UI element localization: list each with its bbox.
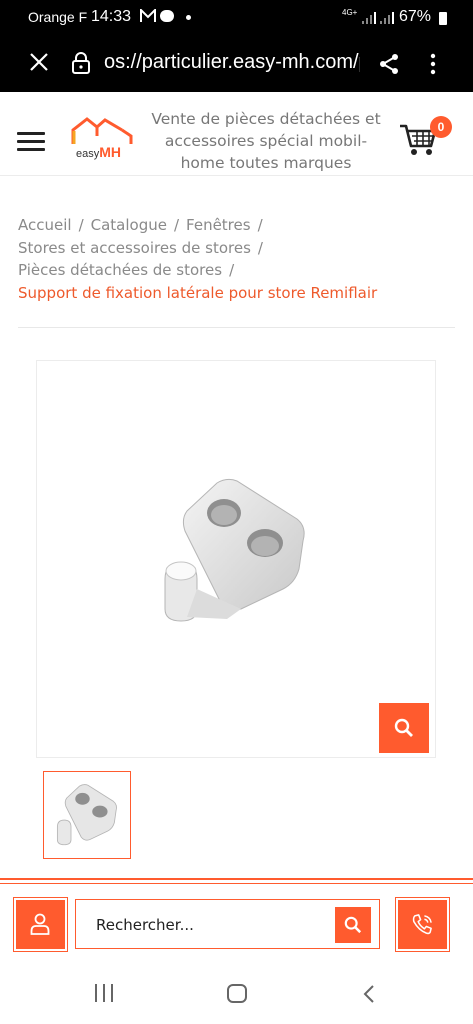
site-header: easyMH Vente de pièces détachées et acce…	[0, 92, 473, 176]
call-button[interactable]	[395, 897, 450, 952]
clock: 14:33	[91, 8, 132, 25]
zoom-button[interactable]	[379, 703, 429, 753]
breadcrumb-link[interactable]: Fenêtres	[186, 216, 251, 234]
breadcrumb-link[interactable]: Accueil	[18, 216, 72, 234]
search-button[interactable]	[335, 907, 371, 943]
chat-icon	[160, 10, 174, 22]
logo-roof-icon	[71, 117, 133, 144]
network-type: 4G+	[342, 8, 358, 17]
status-bar: Orange F 14:33 4G+ 67%	[0, 0, 473, 36]
user-icon	[30, 913, 50, 935]
recents-icon[interactable]	[95, 984, 115, 1002]
breadcrumb: Accueil / Catalogue / Fenêtres / Stores et ac…	[18, 214, 458, 304]
signal-icon	[380, 12, 394, 24]
site-logo[interactable]: easyMH	[70, 116, 134, 166]
breadcrumb-link[interactable]: Pièces détachées de stores	[18, 261, 222, 279]
toolbar-border	[0, 878, 473, 880]
browser-toolbar: os://particulier.easy-mh.com/p	[0, 36, 473, 92]
product-thumbnail[interactable]	[43, 771, 131, 859]
thumbnail-photo	[56, 784, 117, 846]
share-icon[interactable]	[378, 53, 400, 75]
battery-icon	[439, 12, 447, 25]
breadcrumb-current: Support de fixation latérale pour store …	[18, 283, 378, 302]
close-icon[interactable]	[28, 51, 50, 73]
breadcrumb-link[interactable]: Stores et accessoires de stores	[18, 239, 251, 257]
product-image[interactable]	[36, 360, 436, 758]
account-button[interactable]	[13, 897, 68, 952]
battery-percent: 67%	[399, 8, 432, 25]
breadcrumb-link[interactable]: Catalogue	[91, 216, 167, 234]
site-tagline: Vente de pièces détachées et accessoires…	[151, 110, 381, 172]
lock-icon[interactable]	[71, 51, 91, 75]
search-input[interactable]	[96, 913, 316, 937]
notification-dot-icon	[186, 15, 191, 20]
url-field[interactable]: os://particulier.easy-mh.com/p	[104, 51, 360, 77]
search-icon	[394, 718, 413, 737]
search-bar	[75, 899, 380, 949]
logo-text: easyMH	[76, 144, 122, 160]
divider	[18, 327, 455, 328]
home-icon[interactable]	[227, 984, 247, 1003]
product-photo	[164, 478, 305, 622]
mail-icon	[140, 7, 156, 26]
phone-icon	[412, 914, 432, 935]
signal-icon	[362, 12, 376, 24]
search-icon	[344, 916, 362, 934]
menu-button[interactable]	[17, 132, 45, 152]
system-nav-bar	[0, 958, 473, 1024]
bottom-toolbar	[0, 876, 473, 958]
toolbar-border	[0, 883, 473, 884]
back-icon[interactable]	[362, 984, 376, 1004]
more-icon[interactable]	[430, 53, 436, 75]
cart-count-badge: 0	[430, 116, 452, 138]
carrier-name: Orange F	[28, 9, 88, 25]
